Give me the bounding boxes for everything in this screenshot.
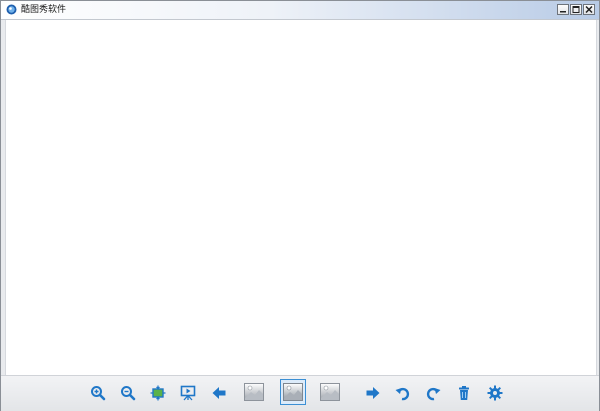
settings-button[interactable] bbox=[486, 382, 504, 404]
title-bar[interactable]: 酷图秀软件 bbox=[1, 1, 599, 20]
zoom-in-icon bbox=[91, 386, 106, 401]
zoom-in-button[interactable] bbox=[89, 382, 107, 404]
thumbnail-3[interactable] bbox=[319, 381, 341, 403]
app-logo-icon bbox=[6, 4, 17, 15]
image-view-area[interactable] bbox=[5, 20, 597, 375]
next-image-button[interactable] bbox=[364, 382, 382, 404]
delete-button[interactable] bbox=[455, 382, 473, 404]
trash-icon bbox=[459, 386, 469, 400]
slideshow-button[interactable] bbox=[179, 382, 197, 404]
fit-window-icon bbox=[150, 385, 166, 401]
close-icon bbox=[585, 6, 593, 13]
image-thumbnail-icon bbox=[320, 383, 340, 401]
thumbnail-2-selected[interactable] bbox=[280, 379, 306, 405]
close-button[interactable] bbox=[583, 4, 595, 15]
arrow-right-icon bbox=[366, 387, 380, 399]
app-window: 酷图秀软件 bbox=[0, 0, 600, 411]
minimize-icon bbox=[560, 11, 566, 13]
rotate-right-icon bbox=[426, 387, 441, 401]
image-thumbnail-icon bbox=[244, 383, 264, 401]
slideshow-icon bbox=[180, 385, 196, 401]
minimize-button[interactable] bbox=[557, 4, 569, 15]
rotate-left-button[interactable] bbox=[394, 382, 412, 404]
maximize-icon bbox=[572, 6, 580, 13]
maximize-button[interactable] bbox=[570, 4, 582, 15]
gear-icon bbox=[487, 385, 503, 401]
rotate-left-icon bbox=[395, 387, 410, 401]
thumbnail-1[interactable] bbox=[243, 381, 265, 403]
fit-window-button[interactable] bbox=[149, 382, 167, 404]
previous-image-button[interactable] bbox=[210, 382, 228, 404]
arrow-left-icon bbox=[212, 387, 226, 399]
image-thumbnail-icon bbox=[283, 383, 303, 401]
rotate-right-button[interactable] bbox=[424, 382, 442, 404]
window-title: 酷图秀软件 bbox=[21, 5, 67, 15]
zoom-out-button[interactable] bbox=[119, 382, 137, 404]
zoom-out-icon bbox=[121, 386, 136, 401]
bottom-toolbar bbox=[1, 375, 599, 411]
